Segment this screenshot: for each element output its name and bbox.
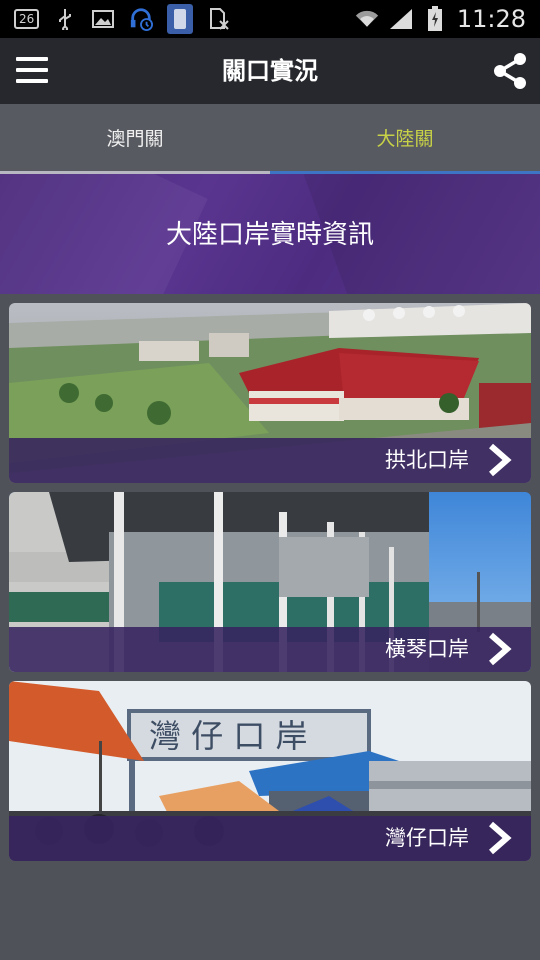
status-bar: 26 11:28	[0, 0, 540, 38]
port-card-gongbei[interactable]: 拱北口岸	[9, 303, 531, 483]
battery-icon	[423, 6, 447, 31]
tab-mainland-border[interactable]: 大陸關	[270, 104, 540, 174]
clock: 11:28	[456, 5, 526, 33]
chevron-right-icon	[489, 632, 512, 666]
hamburger-menu-icon[interactable]	[16, 57, 48, 85]
port-card-wanzai[interactable]: 灣 仔 口 岸 灣仔口岸	[9, 681, 531, 861]
port-card-hengqin[interactable]: 橫琴口岸	[9, 492, 531, 672]
usb-icon	[53, 7, 77, 31]
banner-title: 大陸口岸實時資訊	[165, 220, 374, 250]
tab-bar: 澳門關 大陸關	[0, 104, 540, 174]
notification-count-badge: 26	[14, 9, 40, 29]
wifi-icon	[355, 7, 379, 31]
signal-icon	[389, 7, 413, 31]
tab-macau-border[interactable]: 澳門關	[0, 104, 270, 174]
phone-icon	[167, 4, 194, 34]
share-icon[interactable]	[490, 51, 530, 91]
tab-macau-label: 澳門關	[106, 128, 164, 150]
header-banner: 大陸口岸實時資訊	[0, 174, 540, 294]
page-title: 關口實況	[222, 57, 318, 85]
tab-mainland-label: 大陸關	[376, 128, 434, 150]
chevron-right-icon	[489, 443, 512, 477]
headset-icon	[129, 7, 154, 31]
svg-text:灣 仔 口 岸: 灣 仔 口 岸	[149, 717, 308, 755]
image-icon	[91, 7, 115, 31]
no-sim-icon	[207, 7, 231, 31]
port-name-hengqin: 橫琴口岸	[385, 637, 469, 661]
chevron-right-icon	[489, 821, 512, 855]
port-name-gongbei: 拱北口岸	[385, 448, 469, 472]
port-name-wanzai: 灣仔口岸	[385, 826, 469, 850]
app-bar: 關口實況	[0, 38, 540, 104]
